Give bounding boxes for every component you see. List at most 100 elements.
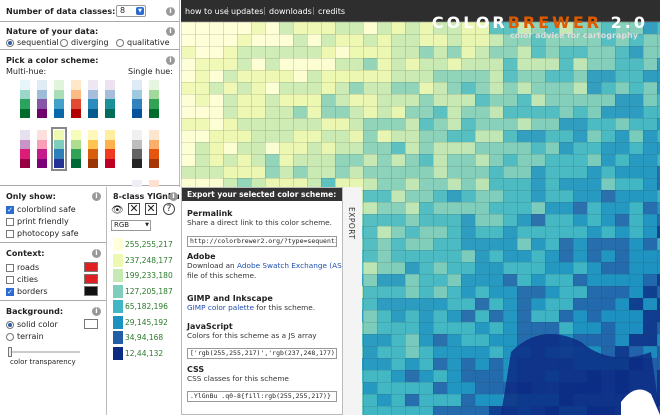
- borders-color-picker[interactable]: [84, 286, 98, 296]
- radio-icon[interactable]: [116, 38, 124, 47]
- num-classes-select[interactable]: 8 ▼: [116, 5, 146, 17]
- context-borders[interactable]: ✓ borders: [6, 287, 48, 296]
- javascript-text: Colors for this scheme as a JS array: [187, 331, 317, 340]
- nav-updates[interactable]: updates: [231, 7, 263, 16]
- checkbox-label: print friendly: [17, 217, 69, 226]
- checkbox-icon[interactable]: ✓: [6, 287, 14, 296]
- color-scheme-swatch[interactable]: [37, 80, 47, 118]
- slider-handle[interactable]: [8, 347, 12, 357]
- adobe-ase-link[interactable]: Adobe Swatch Exchange (ASE): [237, 261, 349, 270]
- info-icon[interactable]: i: [92, 307, 101, 316]
- color-scheme-swatch[interactable]: [54, 80, 64, 118]
- checkbox-icon[interactable]: [6, 229, 14, 238]
- info-icon[interactable]: i: [92, 192, 101, 201]
- context-roads[interactable]: roads: [6, 263, 39, 272]
- color-scheme-swatch[interactable]: [149, 80, 159, 118]
- scheme-color-chip: [149, 80, 159, 90]
- scheme-color-chip: [88, 139, 98, 149]
- css-input[interactable]: .YlGnBu .q0-8{fill:rgb(255,255,217)} .Yl…: [187, 391, 337, 402]
- color-format-select[interactable]: RGB ▼: [111, 220, 151, 231]
- nav-downloads[interactable]: downloads: [269, 7, 312, 16]
- eye-icon[interactable]: 👁: [111, 205, 124, 216]
- only-show-print-friendly[interactable]: print friendly: [6, 217, 69, 226]
- scheme-color-chip: [54, 80, 64, 90]
- checkbox-icon[interactable]: ✓: [6, 205, 14, 214]
- scheme-color-chip: [132, 130, 142, 140]
- color-scheme-swatch[interactable]: [51, 127, 67, 171]
- radio-icon[interactable]: [6, 332, 14, 341]
- nature-option-diverging[interactable]: diverging: [60, 38, 109, 47]
- color-scheme-swatch[interactable]: [149, 130, 159, 168]
- color-scheme-swatch[interactable]: [132, 80, 142, 118]
- background-solid-color[interactable]: solid color: [6, 320, 58, 329]
- nature-option-sequential[interactable]: sequential: [6, 38, 59, 47]
- scheme-color-chip: [149, 130, 159, 140]
- export-panel: Export your selected color scheme: Perma…: [181, 187, 361, 415]
- nature-option-qualitative[interactable]: qualitative: [116, 38, 170, 47]
- chevron-down-icon: ▼: [136, 7, 144, 15]
- context-cities[interactable]: cities: [6, 275, 38, 284]
- adobe-title: Adobe: [187, 252, 216, 261]
- gimp-palette-link[interactable]: GIMP color palette: [187, 303, 254, 312]
- color-scheme-swatch[interactable]: [37, 130, 47, 168]
- photocopy-unsafe-icon[interactable]: ✕: [145, 203, 157, 215]
- info-icon[interactable]: i: [166, 7, 175, 16]
- css-title: CSS: [187, 365, 205, 374]
- legend-panel: 8-class YlGnBu i 👁 ✕ ✕ ? RGB ▼ 255,255,21…: [106, 187, 180, 415]
- print-unsafe-icon[interactable]: ✕: [128, 203, 140, 215]
- adobe-text: Download an Adobe Swatch Exchange (ASE) …: [187, 261, 357, 281]
- color-scheme-swatch[interactable]: [20, 130, 30, 168]
- scheme-color-chip: [88, 80, 98, 90]
- transparency-slider[interactable]: [8, 347, 80, 357]
- info-icon[interactable]: i: [169, 192, 178, 201]
- scheme-color-chip: [132, 99, 142, 109]
- export-tab[interactable]: EXPORT: [342, 187, 362, 415]
- nature-label: Nature of your data:: [6, 27, 99, 36]
- scheme-color-chip: [37, 158, 47, 168]
- javascript-input[interactable]: ['rgb(255,255,217)','rgb(237,248,177)','…: [187, 348, 337, 359]
- info-icon[interactable]: i: [166, 27, 175, 36]
- scheme-color-chip: [132, 158, 142, 168]
- checkbox-icon[interactable]: [6, 275, 14, 284]
- roads-color-picker[interactable]: [84, 262, 98, 272]
- scheme-color-chip: [149, 158, 159, 168]
- color-scheme-swatch[interactable]: [88, 130, 98, 168]
- cities-color-picker[interactable]: [84, 274, 98, 284]
- only-show-colorblind-safe[interactable]: ✓ colorblind safe: [6, 205, 76, 214]
- color-scheme-swatch[interactable]: [132, 130, 142, 168]
- radio-icon[interactable]: [60, 38, 68, 47]
- scheme-color-chip: [71, 108, 81, 118]
- gimp-text-after: for this scheme.: [253, 303, 316, 312]
- only-show-photocopy-safe[interactable]: photocopy safe: [6, 229, 79, 238]
- background-terrain[interactable]: terrain: [6, 332, 44, 341]
- nav-how-to-use[interactable]: how to use: [185, 7, 229, 16]
- nav-separator: |: [312, 6, 315, 15]
- color-scheme-swatch[interactable]: [88, 80, 98, 118]
- info-icon[interactable]: i: [166, 56, 175, 65]
- scheme-color-chip: [149, 139, 159, 149]
- color-scheme-swatch[interactable]: [71, 80, 81, 118]
- scheme-color-chip: [37, 149, 47, 159]
- color-scheme-swatch[interactable]: [71, 130, 81, 168]
- permalink-input[interactable]: http://colorbrewer2.org/?type=sequential…: [187, 236, 337, 247]
- color-scheme-swatch[interactable]: [105, 80, 115, 118]
- checkbox-icon[interactable]: [6, 263, 14, 272]
- nav-credits[interactable]: credits: [318, 7, 345, 16]
- legend-rgb-value: 12,44,132: [125, 348, 164, 358]
- logo-tagline: color advice for cartography: [509, 31, 638, 40]
- nature-option-label: diverging: [71, 38, 109, 47]
- scheme-color-chip: [149, 89, 159, 99]
- logo-color-text: COLOR: [431, 13, 508, 32]
- color-scheme-swatch[interactable]: [105, 130, 115, 168]
- background-color-picker[interactable]: [84, 319, 98, 329]
- gimp-text: GIMP color palette for this scheme.: [187, 303, 357, 313]
- radio-icon[interactable]: [6, 320, 14, 329]
- logo-brewer-text: BREWER: [507, 13, 603, 32]
- lcd-unknown-icon[interactable]: ?: [163, 203, 175, 215]
- nature-block: Nature of your data: i sequential diverg…: [0, 22, 180, 50]
- info-icon[interactable]: i: [92, 249, 101, 258]
- color-scheme-swatch[interactable]: [20, 80, 30, 118]
- radio-icon[interactable]: [6, 38, 14, 47]
- scheme-color-chip: [20, 80, 30, 90]
- checkbox-icon[interactable]: [6, 217, 14, 226]
